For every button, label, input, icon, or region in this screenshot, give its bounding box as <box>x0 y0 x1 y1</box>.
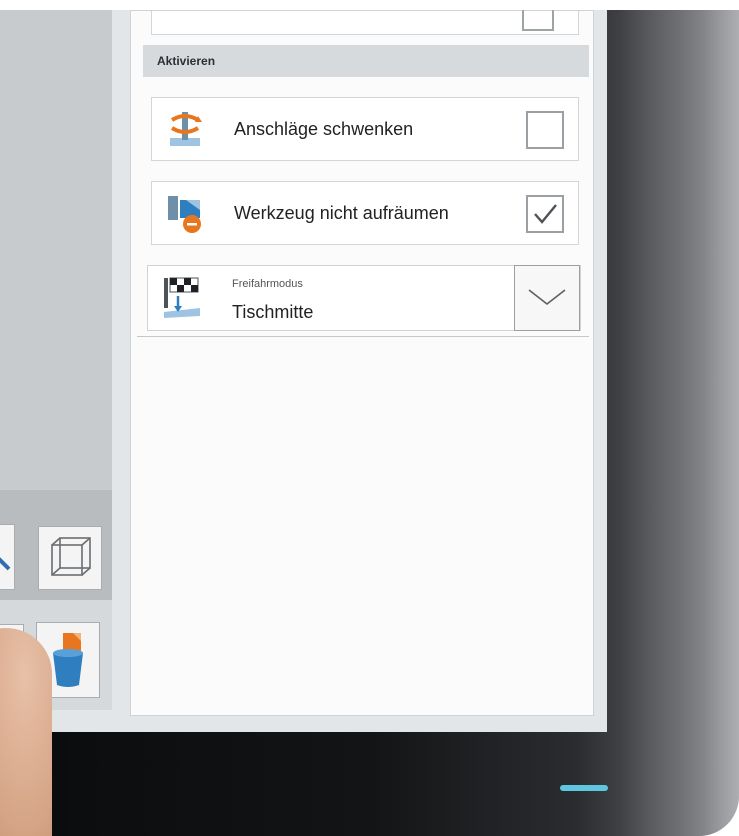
cube-view-button[interactable] <box>38 526 102 590</box>
left-viewport <box>0 10 112 490</box>
tool-clear-icon <box>168 196 201 233</box>
retract-mode-value: Tischmitte <box>232 302 314 322</box>
settings-panel: Aktivieren Anschläge schwenken Werkzeug … <box>130 10 594 716</box>
previous-option-row[interactable] <box>151 10 579 35</box>
user-finger <box>0 628 52 836</box>
partial-arrow-icon <box>0 557 11 571</box>
retract-mode-dropdown[interactable]: Freifahrmodus Tischmitte <box>147 265 581 331</box>
previous-option-checkbox[interactable] <box>522 10 554 31</box>
device-frame: Aktivieren Anschläge schwenken Werkzeug … <box>0 10 739 836</box>
retract-mode-icon <box>164 277 200 318</box>
cube-view-icon <box>51 537 91 576</box>
chevron-down-icon <box>528 289 566 306</box>
checkmark-icon <box>534 204 557 224</box>
section-title: Aktivieren <box>143 45 589 77</box>
retract-mode-caption: Freifahrmodus <box>232 278 303 290</box>
retract-mode-dropdown-toggle[interactable] <box>514 265 580 331</box>
device-bezel-highlight <box>619 10 739 836</box>
option-tool-not-clear-label: Werkzeug nicht aufräumen <box>234 202 449 223</box>
partial-tool-button[interactable] <box>0 524 15 590</box>
option-pivot-stops-checkbox[interactable] <box>526 111 564 149</box>
pivot-stops-icon <box>170 112 202 146</box>
option-pivot-stops-label: Anschläge schwenken <box>234 118 414 139</box>
option-tool-not-clear[interactable]: Werkzeug nicht aufräumen <box>151 181 579 245</box>
option-tool-not-clear-checkbox[interactable] <box>526 195 564 233</box>
touch-screen: Aktivieren Anschläge schwenken Werkzeug … <box>0 10 607 732</box>
panel-divider <box>137 336 589 337</box>
status-led <box>560 785 608 791</box>
option-pivot-stops[interactable]: Anschläge schwenken <box>151 97 579 161</box>
